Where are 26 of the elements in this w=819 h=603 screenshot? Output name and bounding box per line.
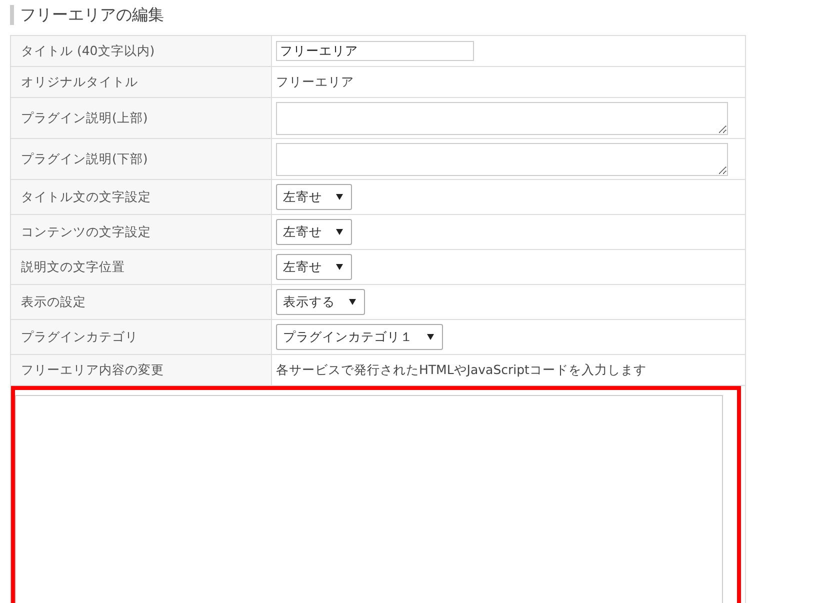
dropdown[interactable]: 左寄せ (276, 254, 352, 280)
caret-icon (336, 194, 343, 200)
dropdown[interactable]: プラグインカテゴリ１ (276, 324, 443, 350)
field-label: オリジナルタイトル (21, 74, 138, 88)
caret-icon (336, 264, 343, 270)
field-value: 各サービスで発行されたHTMLやJavaScriptコードを入力します (276, 362, 646, 376)
title-input[interactable]: フリーエリア (276, 41, 474, 61)
field-label: プラグイン説明(上部) (21, 110, 148, 124)
field-label: 表示の設定 (21, 294, 86, 308)
field-label: タイトル (40文字以内) (21, 42, 155, 58)
field-value: フリーエリア (276, 74, 354, 88)
field-label: 説明文の文字位置 (21, 258, 125, 274)
field-label: タイトル文の文字設定 (21, 188, 151, 204)
caret-icon (336, 229, 343, 235)
dropdown[interactable]: 左寄せ (276, 184, 352, 210)
description-textarea[interactable] (276, 142, 728, 176)
field-label: プラグイン説明(下部) (21, 150, 148, 166)
field-label: コンテンツの文字設定 (21, 224, 151, 238)
description-textarea[interactable] (276, 102, 728, 134)
caret-icon (349, 299, 356, 305)
dropdown[interactable]: 表示する (276, 289, 365, 315)
caret-icon (427, 334, 434, 340)
dropdown[interactable]: 左寄せ (276, 219, 352, 245)
section-heading: フリーエリアの編集 (10, 5, 819, 25)
field-label: フリーエリア内容の変更 (21, 362, 164, 376)
field-label: プラグインカテゴリ (21, 328, 138, 344)
